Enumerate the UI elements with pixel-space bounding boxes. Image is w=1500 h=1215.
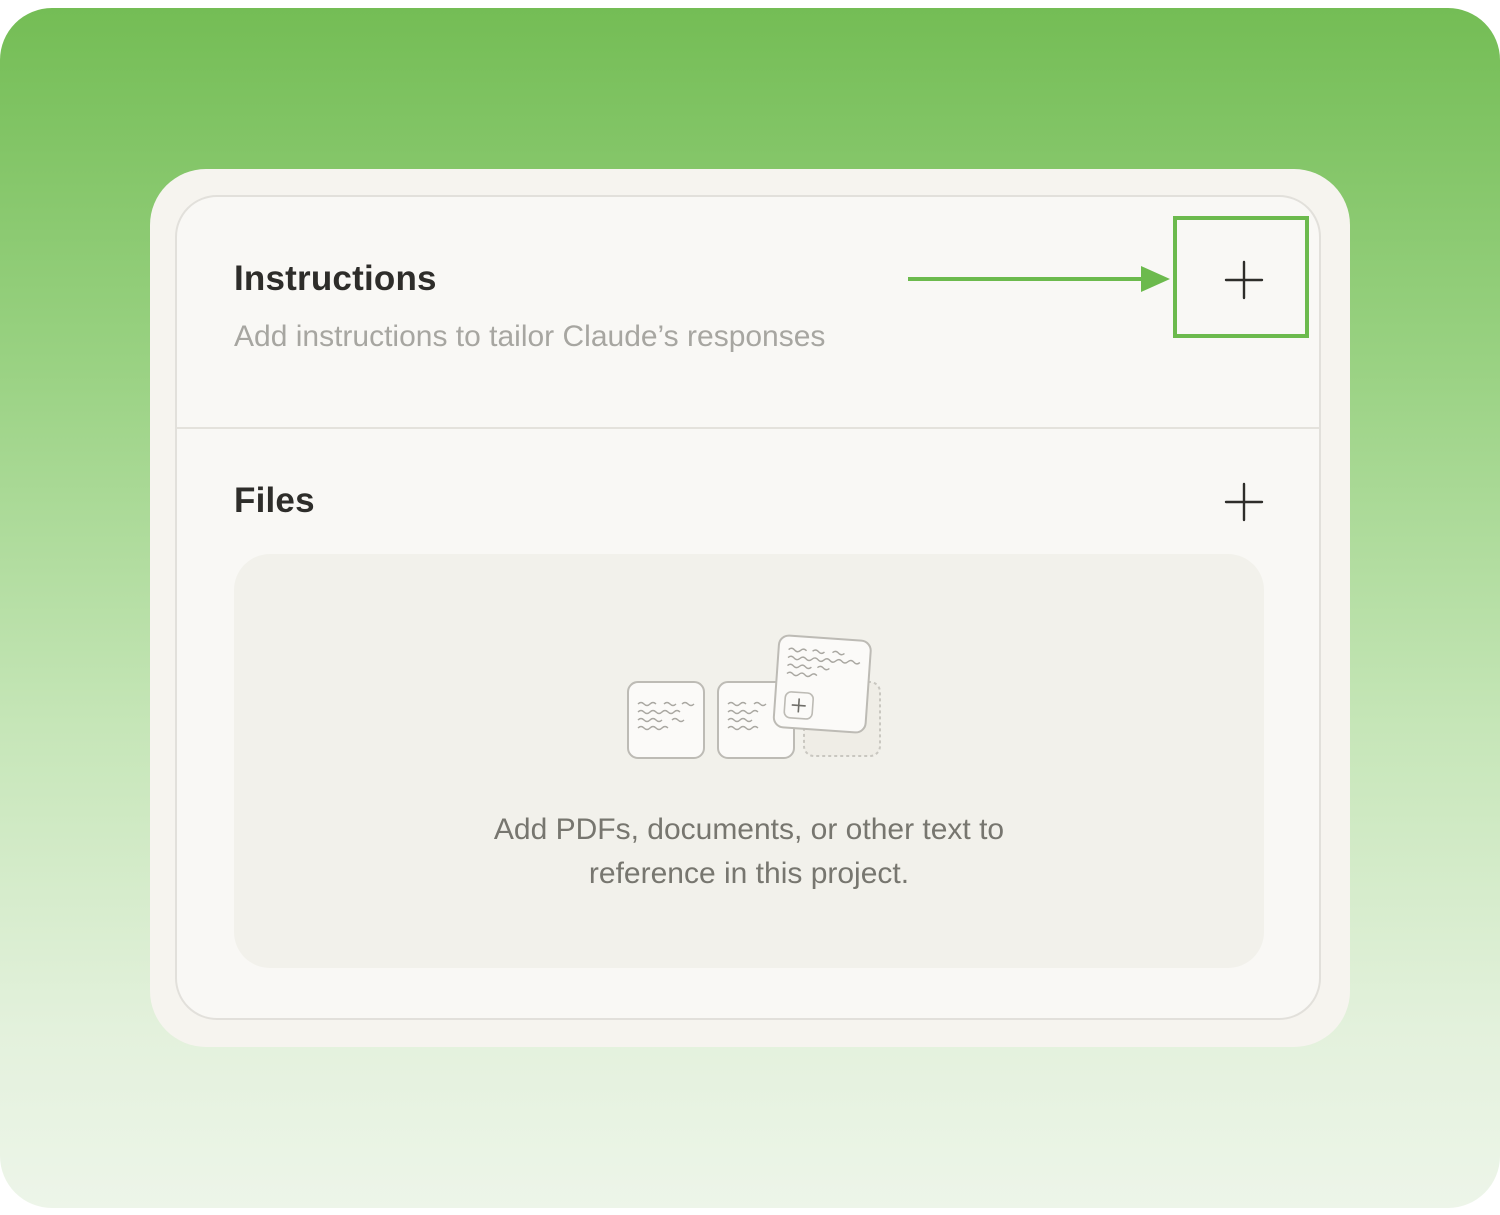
dropzone-text-line-2: reference in this project. <box>588 857 910 890</box>
annotation-arrow-icon <box>908 266 1170 292</box>
dropzone-text-line-1: Add PDFs, documents, or other text to <box>493 813 1005 846</box>
annotation-highlight-box <box>1173 216 1309 338</box>
instructions-subtitle: Add instructions to tailor Claude’s resp… <box>234 320 826 353</box>
instructions-title: Instructions <box>234 259 437 298</box>
files-title: Files <box>234 481 315 520</box>
section-divider <box>177 427 1319 429</box>
project-knowledge-panel: Instructions Add instructions to tailor … <box>175 195 1321 1020</box>
plus-icon <box>1224 482 1264 522</box>
add-files-button[interactable] <box>1214 472 1274 532</box>
dropzone-description: Add PDFs, documents, or other text to re… <box>234 808 1264 896</box>
files-dropzone[interactable]: Add PDFs, documents, or other text to re… <box>234 554 1264 968</box>
documents-illustration <box>627 634 881 759</box>
